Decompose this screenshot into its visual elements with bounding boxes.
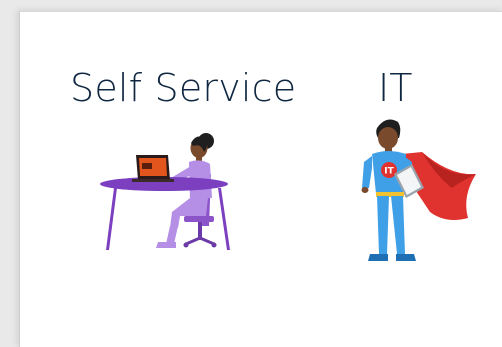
chair-seat <box>184 216 214 222</box>
arm-left <box>362 156 372 188</box>
self-service-label[interactable]: Self Service <box>70 65 296 111</box>
leg-right <box>391 196 405 254</box>
chair-base <box>185 236 215 246</box>
head <box>378 127 398 149</box>
person-at-laptop-desk-icon[interactable] <box>98 118 238 254</box>
laptop-base <box>132 179 174 182</box>
desk-leg-right <box>218 188 230 250</box>
boot-left <box>368 254 388 261</box>
lower-leg <box>166 226 178 244</box>
it-superhero-icon[interactable]: IT <box>350 116 478 266</box>
screen: Self Service IT IT <box>0 0 502 347</box>
shoe <box>156 242 176 248</box>
emblem-letters: IT <box>384 167 394 177</box>
desk-leg-left <box>106 188 117 250</box>
it-label[interactable]: IT <box>378 65 412 111</box>
boot-right <box>396 254 416 261</box>
leg-left <box>377 196 389 254</box>
